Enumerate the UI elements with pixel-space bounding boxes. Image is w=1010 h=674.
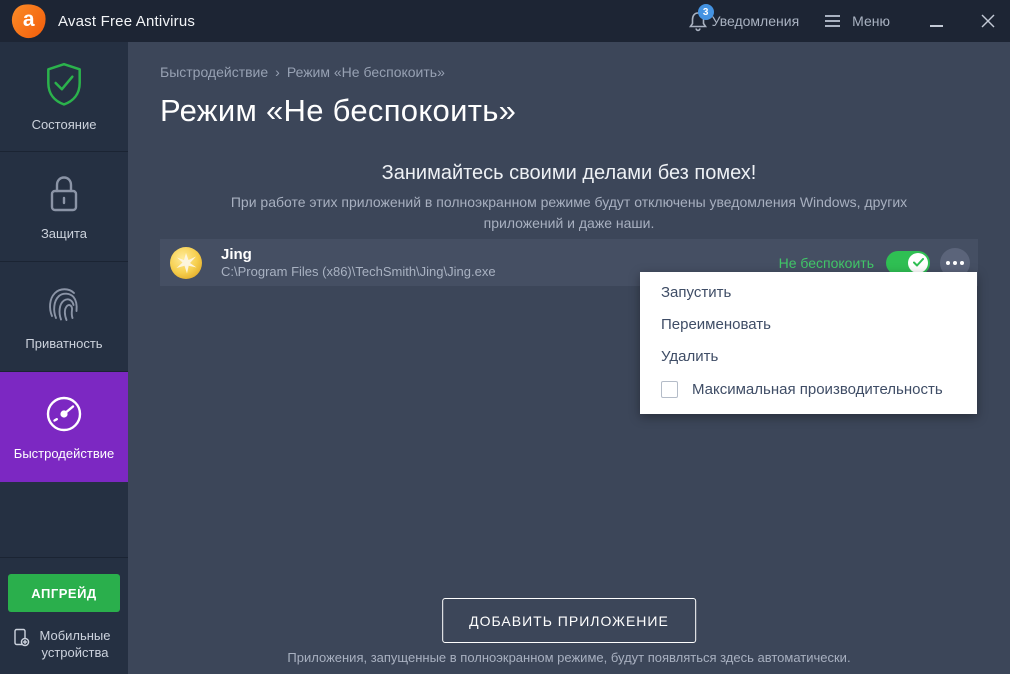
page-title: Режим «Не беспокоить»	[160, 93, 517, 128]
sidebar-item-privacy[interactable]: Приватность	[0, 262, 128, 372]
sidebar-item-protection[interactable]: Защита	[0, 152, 128, 262]
app-title: Avast Free Antivirus	[58, 12, 196, 30]
max-performance-checkbox[interactable]	[661, 380, 678, 398]
sidebar: Состояние Защита Приватность Быстродейст…	[0, 42, 128, 674]
sidebar-item-label: Защита	[40, 226, 88, 241]
upgrade-button[interactable]: АПГРЕЙД	[8, 574, 120, 612]
context-menu: Запустить Переименовать Удалить Максимал…	[640, 272, 977, 414]
status-label: Не беспокоить	[778, 254, 874, 271]
main-content: Быстродействие › Режим «Не беспокоить» Реж…	[128, 42, 1010, 674]
mobile-device-icon	[14, 628, 30, 647]
subtitle: Занимайтесь своими делами без помех!	[381, 162, 757, 184]
description: При работе этих приложений в полноэкранн…	[230, 194, 908, 231]
sidebar-item-label: Быстродействие	[13, 446, 115, 461]
breadcrumb-page: Режим «Не беспокоить»	[286, 64, 445, 80]
bell-icon: 3	[688, 4, 714, 32]
fingerprint-icon	[49, 288, 78, 321]
close-icon	[981, 14, 995, 28]
jing-app-icon	[170, 246, 202, 279]
notifications-button[interactable]: 3 Уведомления	[688, 4, 800, 32]
menu-label: Меню	[852, 13, 890, 29]
sidebar-item-status[interactable]: Состояние	[0, 42, 128, 152]
sidebar-item-label: Состояние	[31, 117, 97, 132]
mobile-devices-label: Мобильные устройства	[39, 628, 111, 660]
ellipsis-icon	[946, 260, 950, 265]
menu-item-run[interactable]: Запустить	[640, 277, 977, 309]
app-name: Jing	[221, 245, 252, 263]
lock-icon	[50, 176, 78, 212]
notifications-label: Уведомления	[711, 13, 800, 29]
breadcrumb: Быстродействие › Режим «Не беспокоить»	[160, 64, 1010, 80]
notifications-badge: 3	[697, 4, 714, 20]
sidebar-item-mobile-devices[interactable]: Мобильные устройства	[7, 627, 121, 661]
menu-item-rename[interactable]: Переименовать	[640, 309, 977, 341]
hamburger-icon	[825, 12, 841, 30]
do-not-disturb-toggle[interactable]	[886, 250, 930, 275]
close-button[interactable]	[980, 13, 996, 29]
breadcrumb-separator: ›	[275, 64, 280, 80]
menu-item-delete[interactable]: Удалить	[640, 341, 977, 373]
add-application-button[interactable]: ДОБАВИТЬ ПРИЛОЖЕНИЕ	[442, 598, 696, 643]
gauge-icon	[46, 396, 82, 432]
sidebar-item-performance[interactable]: Быстродействие	[0, 372, 128, 482]
menu-item-max-performance[interactable]: Максимальная производительность	[640, 373, 977, 405]
avast-logo-icon: a	[9, 1, 49, 41]
minimize-icon	[930, 25, 943, 27]
titlebar: a Avast Free Antivirus 3 Уведомления Мен…	[0, 0, 1010, 42]
toggle-knob	[908, 252, 928, 273]
sidebar-item-label: Приватность	[25, 336, 103, 351]
footer-note: Приложения, запущенные в полноэкранном р…	[287, 650, 851, 665]
sidebar-bottom: АПГРЕЙД Мобильные устройства	[0, 557, 128, 674]
shield-check-icon	[47, 62, 81, 106]
breadcrumb-section[interactable]: Быстродействие	[160, 64, 268, 80]
max-performance-label: Максимальная производительность	[692, 380, 943, 398]
app-path: C:\Program Files (x86)\TechSmith\Jing\Ji…	[221, 263, 496, 279]
menu-button[interactable]: Меню	[825, 12, 890, 30]
minimize-button[interactable]	[930, 14, 944, 28]
